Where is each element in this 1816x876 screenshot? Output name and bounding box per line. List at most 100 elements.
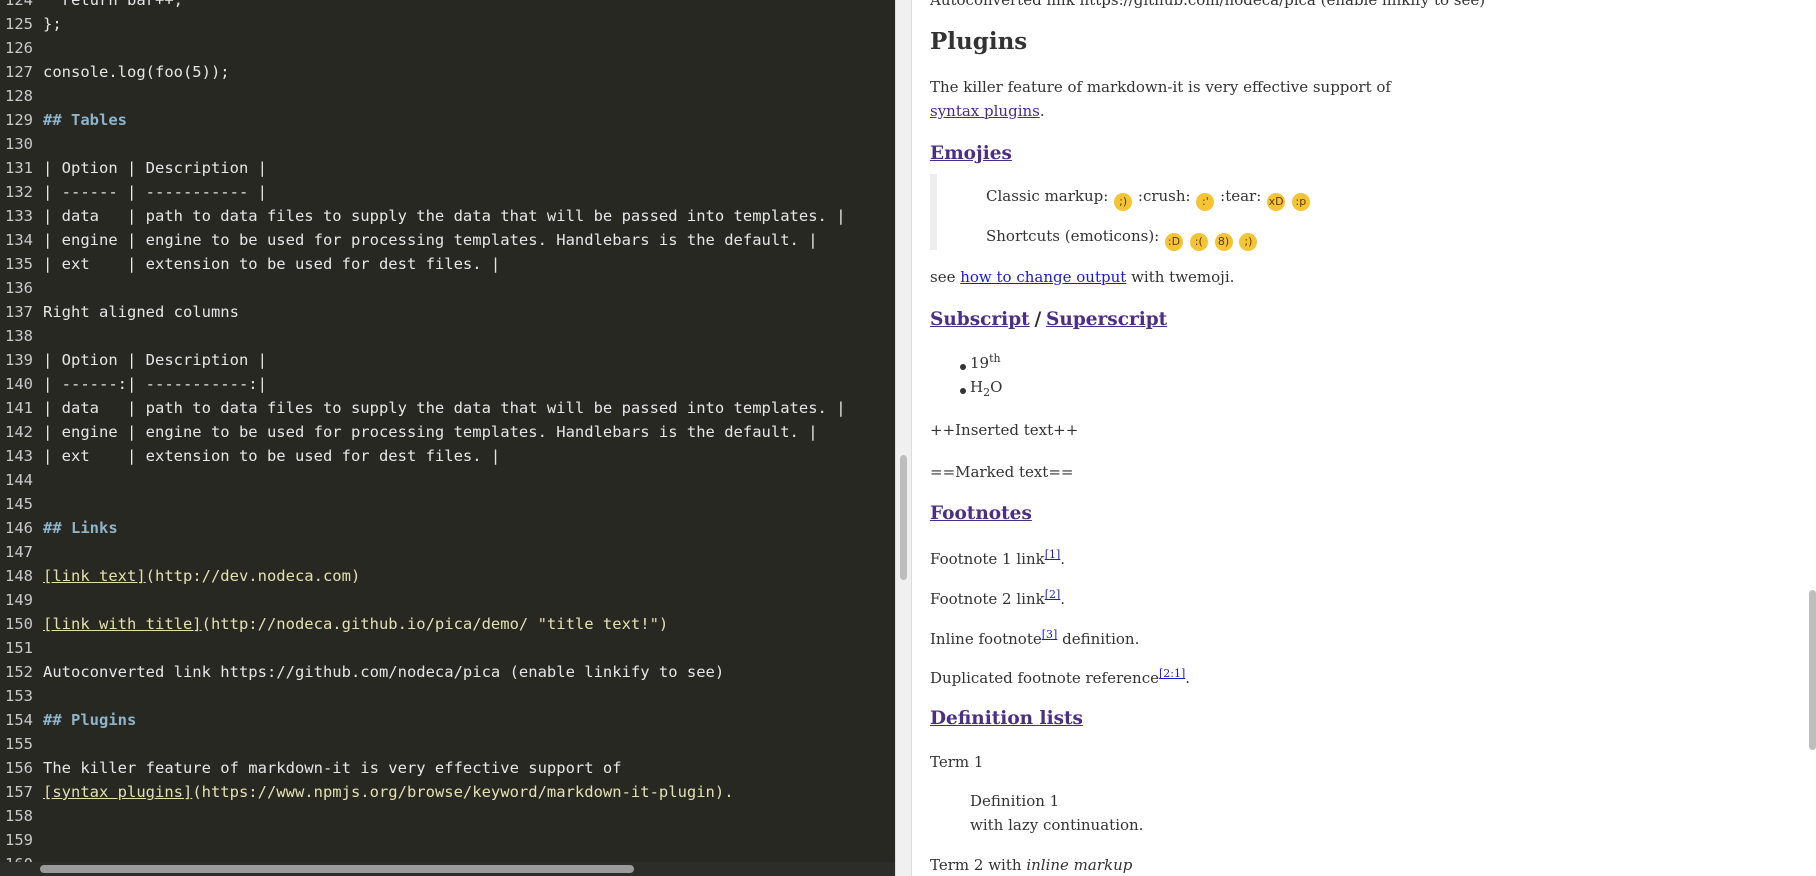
editor-line[interactable]: 137 Right aligned columns bbox=[0, 300, 895, 324]
footnotes-heading-link[interactable]: Footnotes bbox=[930, 503, 1032, 524]
editor-line[interactable]: 140 | ------:| -----------:| bbox=[0, 372, 895, 396]
autolink-paragraph: Autoconverted link https://github.com/no… bbox=[930, 0, 1486, 9]
editor-line[interactable]: 135 | ext | extension to be used for dest… bbox=[0, 252, 895, 276]
line-number: 130 bbox=[5, 135, 33, 153]
editor-line[interactable]: 150 [link with title](http://nodeca.githu… bbox=[0, 612, 895, 636]
editor-line[interactable]: 124 return bar++; bbox=[0, 0, 895, 12]
line-number: 148 bbox=[5, 567, 33, 585]
editor-line[interactable]: 147 bbox=[0, 540, 895, 564]
editor-horizontal-scrollbar-thumb[interactable] bbox=[40, 865, 634, 873]
editor-line[interactable]: 159 bbox=[0, 828, 895, 852]
footnote-2-paragraph: Footnote 2 link[2]. bbox=[930, 588, 1065, 608]
footnote-2-1-ref[interactable]: [2:1] bbox=[1159, 667, 1185, 680]
sunglasses-emoji-icon: 8) bbox=[1214, 233, 1233, 251]
editor-line[interactable]: 145 bbox=[0, 492, 895, 516]
period: . bbox=[1060, 550, 1066, 568]
line-number: 146 bbox=[5, 519, 33, 537]
definition-lists-heading-link[interactable]: Definition lists bbox=[930, 708, 1083, 729]
editor-line[interactable]: 126 bbox=[0, 36, 895, 60]
period: . bbox=[1060, 590, 1066, 608]
line-number: 133 bbox=[5, 207, 33, 225]
line-number: 129 bbox=[5, 111, 33, 129]
code-text: | ------:| -----------:| bbox=[43, 375, 267, 393]
editor-vertical-scrollbar-thumb[interactable] bbox=[900, 455, 907, 580]
editor-line[interactable]: 139 | Option | Description | bbox=[0, 348, 895, 372]
subscript-heading-link[interactable]: Subscript bbox=[930, 309, 1030, 330]
inserted-text: ++Inserted text++ bbox=[930, 421, 1079, 439]
editor-horizontal-scrollbar[interactable] bbox=[0, 862, 895, 876]
preview-pane: Autoconverted link https://github.com/no… bbox=[912, 0, 1816, 876]
footnote-1-paragraph: Footnote 1 link[1]. bbox=[930, 548, 1065, 568]
editor-line[interactable]: 149 bbox=[0, 588, 895, 612]
code-text: [link with title](http://nodeca.github.i… bbox=[43, 612, 668, 636]
pane-divider[interactable] bbox=[895, 0, 912, 876]
editor-line[interactable]: 156 The killer feature of markdown-it is … bbox=[0, 756, 895, 780]
line-number: 125 bbox=[5, 15, 33, 33]
line-number: 138 bbox=[5, 327, 33, 345]
definition-1-line-1: Definition 1 bbox=[970, 792, 1060, 810]
list-item-subscript: H2O bbox=[970, 378, 1002, 399]
editor-line[interactable]: 130 bbox=[0, 132, 895, 156]
sub-sup-heading: Subscript / Superscript bbox=[930, 309, 1167, 330]
line-number: 157 bbox=[5, 783, 33, 801]
change-output-link[interactable]: how to change output bbox=[960, 268, 1126, 286]
inline-footnote-paragraph: Inline footnote[3] definition. bbox=[930, 628, 1139, 648]
editor-line[interactable]: 144 bbox=[0, 468, 895, 492]
line-number: 126 bbox=[5, 39, 33, 57]
editor-line[interactable]: 129 ## Tables bbox=[0, 108, 895, 132]
editor-line[interactable]: 127 console.log(foo(5)); bbox=[0, 60, 895, 84]
code-text: [syntax plugins](https://www.npmjs.org/b… bbox=[43, 780, 734, 804]
editor-line[interactable]: 158 bbox=[0, 804, 895, 828]
line-number: 134 bbox=[5, 231, 33, 249]
editor-line[interactable]: 128 bbox=[0, 84, 895, 108]
editor-line[interactable]: 141 | data | path to data files to supply… bbox=[0, 396, 895, 420]
editor-line[interactable]: 153 bbox=[0, 684, 895, 708]
list-bullet bbox=[960, 364, 966, 370]
line-number: 156 bbox=[5, 759, 33, 777]
editor-line[interactable]: 155 bbox=[0, 732, 895, 756]
editor-line[interactable]: 134 | engine | engine to be used for proc… bbox=[0, 228, 895, 252]
emojies-heading-link[interactable]: Emojies bbox=[930, 143, 1012, 164]
term-1: Term 1 bbox=[930, 753, 984, 771]
editor-line[interactable]: 142 | engine | engine to be used for proc… bbox=[0, 420, 895, 444]
list-item-superscript: 19th bbox=[970, 352, 1001, 372]
sub-h: H bbox=[970, 378, 984, 396]
laughing-emoji-icon: xD bbox=[1267, 193, 1286, 211]
code-text: [link text](http://dev.nodeca.com) bbox=[43, 564, 360, 588]
sub-o: O bbox=[990, 378, 1003, 396]
editor-line[interactable]: 154 ## Plugins bbox=[0, 708, 895, 732]
line-number: 147 bbox=[5, 543, 33, 561]
line-number: 136 bbox=[5, 279, 33, 297]
editor-line[interactable]: 132 | ------ | ----------- | bbox=[0, 180, 895, 204]
editor-line[interactable]: 148 [link text](http://dev.nodeca.com) bbox=[0, 564, 895, 588]
line-number: 159 bbox=[5, 831, 33, 849]
term-2-prefix: Term 2 with bbox=[930, 856, 1022, 874]
editor-line[interactable]: 133 | data | path to data files to supply… bbox=[0, 204, 895, 228]
editor-line[interactable]: 146 ## Links bbox=[0, 516, 895, 540]
editor-line[interactable]: 151 bbox=[0, 636, 895, 660]
editor-line[interactable]: 138 bbox=[0, 324, 895, 348]
frowning-emoji-icon: :( bbox=[1189, 233, 1208, 251]
superscript-heading-link[interactable]: Superscript bbox=[1046, 309, 1167, 330]
editor-line[interactable]: 152 Autoconverted link https://github.com… bbox=[0, 660, 895, 684]
editor-line[interactable]: 136 bbox=[0, 276, 895, 300]
line-number: 132 bbox=[5, 183, 33, 201]
plugins-heading: Plugins bbox=[930, 28, 1027, 55]
markdown-editor[interactable]: 124 return bar++; 125}; 126 127 console.log(… bbox=[0, 0, 895, 876]
see-twemoji-paragraph: see how to change output with twemoji. bbox=[930, 268, 1234, 286]
preview-vertical-scrollbar-thumb[interactable] bbox=[1809, 590, 1816, 750]
footnote-3-ref[interactable]: [3] bbox=[1042, 628, 1058, 641]
editor-line[interactable]: 125}; bbox=[0, 12, 895, 36]
smiley-emoji-icon: :D bbox=[1165, 233, 1184, 251]
footnote-2-ref[interactable]: [2] bbox=[1045, 588, 1061, 601]
blockquote-bar bbox=[930, 174, 937, 250]
syntax-plugins-link[interactable]: syntax plugins bbox=[930, 102, 1040, 120]
editor-line[interactable]: 143 | ext | extension to be used for dest… bbox=[0, 444, 895, 468]
plugins-paragraph-line2: syntax plugins. bbox=[930, 102, 1045, 120]
editor-line[interactable]: 157 [syntax plugins](https://www.npmjs.or… bbox=[0, 780, 895, 804]
line-number: 150 bbox=[5, 615, 33, 633]
footnote-1-ref[interactable]: [1] bbox=[1045, 548, 1061, 561]
editor-line[interactable]: 131 | Option | Description | bbox=[0, 156, 895, 180]
wink-emoji-icon: ;) bbox=[1239, 233, 1258, 251]
tear-text: :tear: bbox=[1220, 187, 1262, 205]
